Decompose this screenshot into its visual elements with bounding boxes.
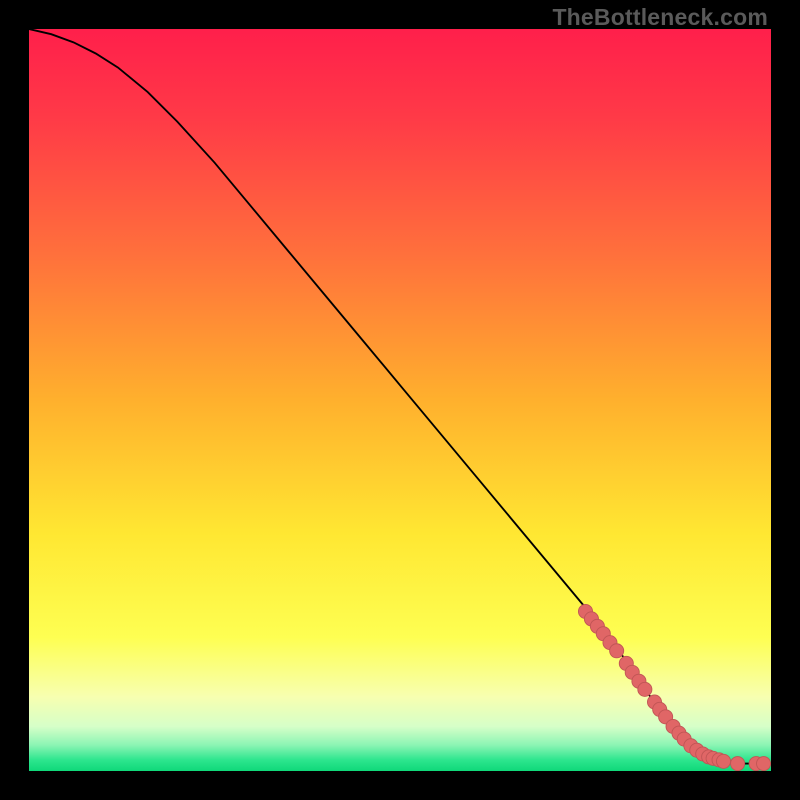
data-marker: [610, 644, 624, 658]
chart-svg: [29, 29, 771, 771]
main-curve: [29, 29, 771, 764]
plot-area: [29, 29, 771, 771]
data-marker: [731, 757, 745, 771]
data-marker: [638, 682, 652, 696]
data-marker: [757, 757, 771, 771]
chart-frame: TheBottleneck.com: [0, 0, 800, 800]
data-marker: [716, 754, 730, 768]
watermark-label: TheBottleneck.com: [552, 4, 768, 31]
marker-group: [578, 604, 770, 770]
